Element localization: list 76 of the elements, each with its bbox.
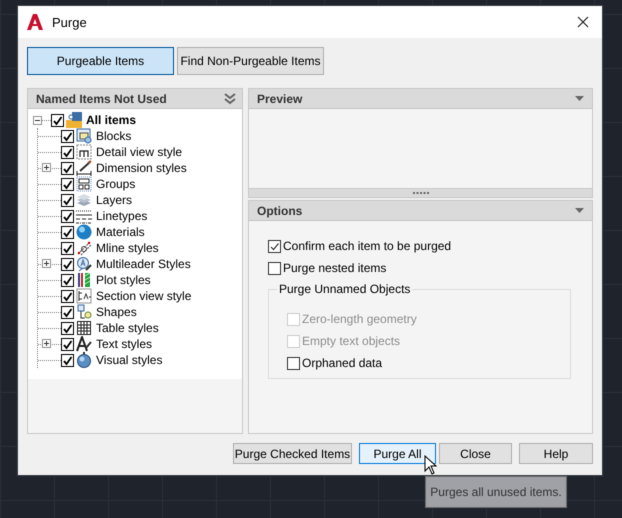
checkbox[interactable] — [61, 306, 74, 318]
expand-icon[interactable] — [42, 339, 51, 348]
globe-icon — [76, 224, 92, 240]
tree-item[interactable]: Blocks — [96, 129, 132, 143]
tab[interactable]: Find Non-Purgeable Items — [177, 47, 324, 75]
panel-title: Named Items Not Used — [36, 92, 168, 106]
checkbox[interactable] — [61, 242, 74, 254]
checkbox[interactable] — [268, 262, 281, 274]
dropdown-arrow-icon[interactable] — [575, 96, 584, 101]
multileader-icon — [76, 256, 92, 272]
checkbox[interactable] — [61, 290, 74, 302]
tree-item[interactable]: Linetypes — [96, 209, 148, 223]
table-icon — [76, 320, 92, 336]
checkbox[interactable] — [61, 210, 74, 222]
expand-icon[interactable] — [42, 259, 51, 268]
tree-item[interactable]: Plot styles — [96, 273, 151, 287]
checkbox[interactable] — [61, 162, 74, 174]
mline-icon — [76, 240, 92, 256]
block-icon — [76, 128, 92, 144]
panel-title: Options — [257, 204, 304, 218]
checkbox[interactable] — [268, 240, 281, 252]
checkbox[interactable] — [287, 356, 300, 370]
tree-root-icon — [66, 112, 82, 128]
checkbox[interactable] — [51, 114, 64, 126]
sphere-icon — [76, 352, 92, 368]
tooltip: Purges all unused items. — [425, 476, 567, 508]
tab[interactable]: Purgeable Items — [27, 47, 174, 75]
dimension-icon — [76, 160, 92, 176]
checkbox-label[interactable]: Orphaned data — [302, 356, 382, 370]
checkbox-label[interactable]: Confirm each item to be purged — [283, 239, 452, 253]
dropdown-arrow-icon[interactable] — [575, 208, 584, 213]
plot-styles-icon — [76, 272, 92, 288]
text-style-icon — [76, 336, 92, 352]
checkbox[interactable] — [61, 146, 74, 158]
tree-item[interactable]: Multileader Styles — [96, 257, 191, 271]
tree-item[interactable]: Table styles — [96, 321, 159, 335]
checkbox[interactable] — [61, 130, 74, 142]
checkbox[interactable] — [61, 226, 74, 238]
checkbox[interactable] — [61, 194, 74, 206]
checkbox[interactable] — [61, 322, 74, 334]
tree-item[interactable]: Materials — [96, 225, 145, 239]
checkbox[interactable] — [61, 274, 74, 286]
dialog-button[interactable]: Purge Checked Items — [233, 443, 352, 464]
layers-icon — [76, 192, 92, 208]
panel-title: Preview — [257, 92, 304, 106]
tree-item[interactable]: Shapes — [96, 305, 137, 319]
tree-item[interactable]: Visual styles — [96, 353, 162, 367]
dialog-button[interactable]: Purge All — [359, 443, 436, 464]
dialog-button[interactable]: Help — [519, 443, 593, 464]
checkbox[interactable] — [61, 258, 74, 270]
tree-item[interactable]: Mline styles — [96, 241, 159, 255]
double-chevron-icon[interactable] — [224, 92, 236, 104]
mouse-cursor-icon — [424, 455, 437, 475]
tree-item[interactable]: Detail view style — [96, 145, 182, 159]
groups-icon — [76, 176, 92, 192]
checkbox[interactable] — [61, 354, 74, 366]
group-title: Purge Unnamed Objects — [277, 282, 412, 296]
tree-item[interactable]: Text styles — [96, 337, 152, 351]
expand-icon[interactable] — [42, 163, 51, 172]
window-title: Purge — [52, 14, 88, 30]
linetypes-icon — [76, 208, 92, 224]
tree-item[interactable]: Dimension styles — [96, 161, 187, 175]
detail-view-icon — [76, 144, 92, 160]
tree-item[interactable]: Groups — [96, 177, 136, 191]
section-view-icon — [76, 288, 92, 304]
tree-item[interactable]: Section view style — [96, 289, 192, 303]
tree-item[interactable]: All items — [86, 113, 136, 127]
checkbox-label[interactable]: Purge nested items — [283, 261, 386, 275]
checkbox[interactable] — [61, 178, 74, 190]
app-logo-icon — [26, 13, 44, 31]
shapes-icon — [76, 304, 92, 320]
collapse-icon[interactable] — [33, 116, 42, 124]
splitter-handle[interactable] — [248, 189, 593, 198]
checkbox[interactable] — [61, 338, 74, 350]
tree-item[interactable]: Layers — [96, 193, 132, 207]
dialog-button[interactable]: Close — [439, 443, 512, 464]
